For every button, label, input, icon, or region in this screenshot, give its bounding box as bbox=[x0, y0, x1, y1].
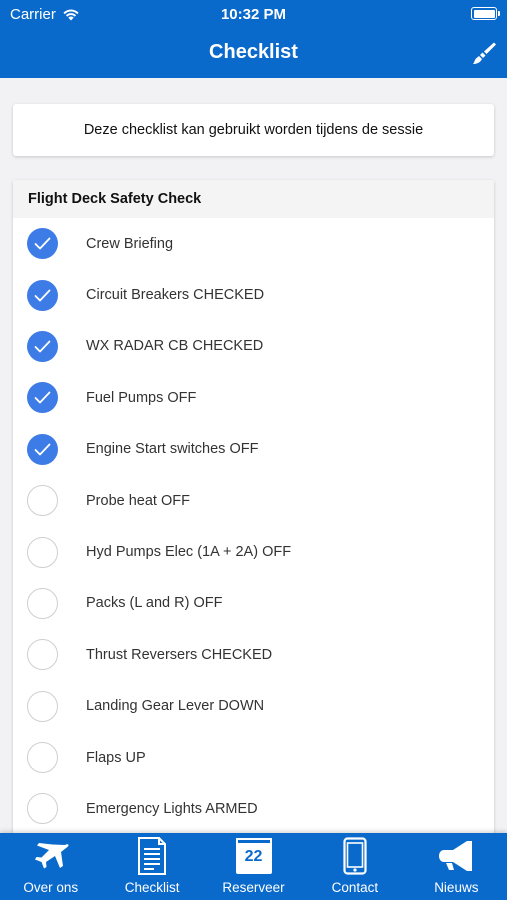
checklist-item[interactable]: Probe heat OFF bbox=[13, 475, 494, 526]
checkbox-checked-icon[interactable] bbox=[27, 228, 58, 260]
checkbox-unchecked-icon[interactable] bbox=[27, 536, 58, 568]
checklist-item-label: Probe heat OFF bbox=[86, 492, 190, 509]
checkmark-icon bbox=[34, 443, 51, 456]
checkmark-icon bbox=[34, 340, 51, 353]
info-text: Deze checklist kan gebruikt worden tijde… bbox=[83, 122, 424, 138]
checklist-item[interactable]: WX RADAR CB CHECKED bbox=[13, 321, 494, 372]
paint-brush-icon[interactable] bbox=[471, 40, 497, 66]
tab-bar: Over ons Checklist 22 Reserveer Contact … bbox=[0, 833, 507, 900]
status-time: 10:32 PM bbox=[220, 6, 287, 23]
checklist-item-label: Landing Gear Lever DOWN bbox=[86, 698, 265, 715]
checklist-item[interactable]: Landing Gear Lever DOWN bbox=[13, 681, 494, 732]
checklist-card: Flight Deck Safety Check Crew Briefing Ci… bbox=[13, 180, 494, 840]
status-bar: Carrier 10:32 PM bbox=[0, 0, 507, 28]
checkmark-icon bbox=[34, 391, 51, 404]
tab-contact[interactable]: Contact bbox=[304, 833, 405, 900]
info-card: Deze checklist kan gebruikt worden tijde… bbox=[13, 104, 494, 156]
checklist-item[interactable]: Fuel Pumps OFF bbox=[13, 372, 494, 423]
tab-over-ons[interactable]: Over ons bbox=[0, 833, 101, 900]
checkbox-checked-icon[interactable] bbox=[27, 330, 58, 362]
tab-label: Reserveer bbox=[222, 880, 285, 895]
checklist-item-label: Emergency Lights ARMED bbox=[86, 800, 258, 817]
checklist-item-label: Hyd Pumps Elec (1A + 2A) OFF bbox=[86, 544, 292, 561]
checklist-items: Crew Briefing Circuit Breakers CHECKED WX … bbox=[13, 218, 494, 835]
checklist-item[interactable]: Flaps UP bbox=[13, 732, 494, 783]
checkbox-unchecked-icon[interactable] bbox=[27, 587, 58, 619]
tab-nieuws[interactable]: Nieuws bbox=[406, 833, 507, 900]
checklist-item[interactable]: Packs (L and R) OFF bbox=[13, 578, 494, 629]
navigation-bar: Carrier 10:32 PM Checklist bbox=[0, 0, 507, 78]
checklist-item[interactable]: Circuit Breakers CHECKED bbox=[13, 269, 494, 320]
document-icon bbox=[138, 836, 167, 875]
checkbox-checked-icon[interactable] bbox=[27, 433, 58, 465]
tab-checklist[interactable]: Checklist bbox=[101, 833, 202, 900]
tab-label: Contact bbox=[331, 880, 379, 895]
checkbox-unchecked-icon[interactable] bbox=[27, 485, 58, 517]
checklist-item-label: Fuel Pumps OFF bbox=[86, 389, 197, 406]
checklist-item[interactable]: Thrust Reversers CHECKED bbox=[13, 629, 494, 680]
tab-reserveer[interactable]: 22 Reserveer bbox=[203, 833, 304, 900]
checkbox-checked-icon[interactable] bbox=[27, 279, 58, 311]
checklist-item-label: WX RADAR CB CHECKED bbox=[86, 338, 264, 355]
page-title: Checklist bbox=[209, 41, 298, 63]
tab-label: Over ons bbox=[23, 880, 79, 895]
checklist-item[interactable]: Emergency Lights ARMED bbox=[13, 783, 494, 834]
checklist-item-label: Crew Briefing bbox=[86, 235, 174, 252]
checklist-item-label: Flaps UP bbox=[86, 749, 146, 766]
checkbox-checked-icon[interactable] bbox=[27, 382, 58, 414]
checkbox-unchecked-icon[interactable] bbox=[27, 639, 58, 671]
checkbox-unchecked-icon[interactable] bbox=[27, 690, 58, 722]
checklist-header: Flight Deck Safety Check bbox=[13, 180, 494, 218]
battery-icon bbox=[471, 7, 500, 20]
checkmark-icon bbox=[34, 237, 51, 250]
checklist-item-label: Packs (L and R) OFF bbox=[86, 595, 223, 612]
checklist-item-label: Thrust Reversers CHECKED bbox=[86, 646, 273, 663]
checklist-item-label: Engine Start switches OFF bbox=[86, 441, 259, 458]
checkmark-icon bbox=[34, 289, 51, 301]
checklist-item[interactable]: Hyd Pumps Elec (1A + 2A) OFF bbox=[13, 526, 494, 577]
airplane-icon bbox=[34, 842, 69, 868]
checklist-item[interactable]: Crew Briefing bbox=[13, 218, 494, 269]
tab-label: Checklist bbox=[124, 880, 180, 895]
calendar-icon: 22 bbox=[235, 837, 272, 874]
phone-icon bbox=[343, 836, 367, 875]
calendar-day: 22 bbox=[244, 847, 263, 865]
checklist-item-label: Circuit Breakers CHECKED bbox=[86, 287, 265, 304]
checkbox-unchecked-icon[interactable] bbox=[27, 793, 58, 825]
tab-label: Nieuws bbox=[434, 880, 479, 895]
checkbox-unchecked-icon[interactable] bbox=[27, 742, 58, 774]
checklist-item[interactable]: Engine Start switches OFF bbox=[13, 424, 494, 475]
megaphone-icon bbox=[439, 840, 473, 871]
